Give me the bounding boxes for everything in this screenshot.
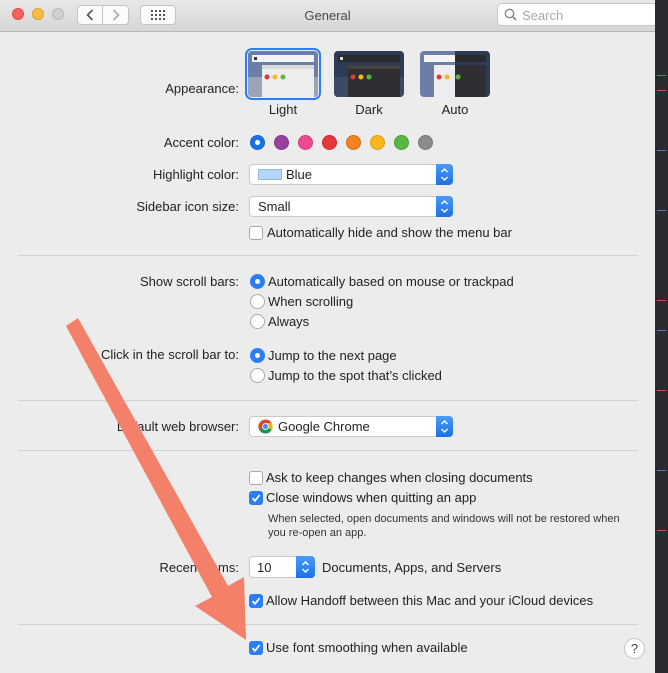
recent-items-value: 10 <box>257 560 272 575</box>
close-windows-checkbox[interactable] <box>249 491 263 505</box>
scroll-bars-when-scrolling-label: When scrolling <box>268 294 354 309</box>
scroll-bars-always-label: Always <box>268 314 310 329</box>
accent-color-swatch[interactable] <box>394 135 409 150</box>
search-field[interactable]: Search <box>497 3 658 26</box>
divider <box>18 450 638 451</box>
scroll-bars-automatic-radio[interactable] <box>250 274 265 289</box>
appearance-label: Appearance: <box>165 81 239 96</box>
accent-color-swatch[interactable] <box>274 135 289 150</box>
default-browser-value: Google Chrome <box>278 419 370 434</box>
chrome-icon <box>258 419 273 434</box>
popup-arrows-icon <box>436 196 453 217</box>
accent-color-label: Accent color: <box>163 135 239 150</box>
recent-items-label: Recent items: <box>159 560 239 575</box>
recent-items-stepper[interactable] <box>296 556 315 578</box>
ask-keep-changes-label: Ask to keep changes when closing documen… <box>266 470 533 485</box>
help-button[interactable]: ? <box>624 638 645 659</box>
default-browser-label: Default web browser: <box>116 419 239 434</box>
sidebar-icon-size-popup[interactable]: Small <box>249 196 453 217</box>
divider <box>18 255 638 256</box>
ask-keep-changes-checkbox[interactable] <box>249 471 263 485</box>
highlight-color-value: Blue <box>286 167 313 182</box>
recent-items-suffix: Documents, Apps, and Servers <box>322 560 502 575</box>
checkmark-icon <box>251 597 261 606</box>
recent-items-field[interactable]: 10 <box>249 556 297 578</box>
highlight-color-label: Highlight color: <box>153 167 239 182</box>
close-windows-label: Close windows when quitting an app <box>266 490 477 505</box>
checkmark-icon <box>251 644 261 653</box>
stepper-arrows-icon <box>302 561 309 573</box>
font-smoothing-label: Use font smoothing when available <box>266 640 468 655</box>
scroll-bars-when-scrolling-radio[interactable] <box>250 294 265 309</box>
show-scroll-bars-label: Show scroll bars: <box>140 274 239 289</box>
accent-color-swatch[interactable] <box>298 135 313 150</box>
handoff-checkbox[interactable] <box>249 594 263 608</box>
toolbar: General Search <box>0 0 658 32</box>
popup-arrows-icon <box>436 164 453 185</box>
close-windows-note: When selected, open documents and window… <box>268 513 620 539</box>
scroll-click-spot-radio[interactable] <box>250 368 265 383</box>
sidebar-icon-size-label: Sidebar icon size: <box>136 199 239 214</box>
accent-color-swatch[interactable] <box>346 135 361 150</box>
highlight-swatch <box>258 169 282 180</box>
background-window-edge <box>655 0 668 673</box>
scroll-bars-always-radio[interactable] <box>250 314 265 329</box>
scroll-click-label: Click in the scroll bar to: <box>101 347 239 362</box>
scroll-click-next-page-label: Jump to the next page <box>268 348 397 363</box>
appearance-dark-caption: Dark <box>355 102 383 117</box>
menu-bar-checkbox[interactable] <box>249 226 263 240</box>
accent-color-swatch[interactable] <box>250 135 265 150</box>
auto-appearance-preview <box>420 51 490 97</box>
default-browser-popup[interactable]: Google Chrome <box>249 416 453 437</box>
appearance-auto-caption: Auto <box>441 102 469 117</box>
light-appearance-preview <box>248 51 318 97</box>
accent-color-swatch[interactable] <box>322 135 337 150</box>
font-smoothing-checkbox[interactable] <box>249 641 263 655</box>
sidebar-icon-size-value: Small <box>258 199 291 214</box>
search-icon <box>504 8 517 21</box>
popup-arrows-icon <box>436 416 453 437</box>
appearance-light-option[interactable] <box>245 48 321 100</box>
divider <box>18 400 638 401</box>
handoff-label: Allow Handoff between this Mac and your … <box>266 593 594 608</box>
accent-color-swatch[interactable] <box>418 135 433 150</box>
accent-color-swatch[interactable] <box>370 135 385 150</box>
menu-bar-label: Automatically hide and show the menu bar <box>267 225 512 240</box>
divider <box>18 624 638 625</box>
dark-appearance-preview <box>334 51 404 97</box>
checkmark-icon <box>251 494 261 503</box>
scroll-click-spot-label: Jump to the spot that’s clicked <box>268 368 442 383</box>
highlight-color-popup[interactable]: Blue <box>249 164 453 185</box>
scroll-click-next-page-radio[interactable] <box>250 348 265 363</box>
appearance-dark-option[interactable] <box>334 51 404 97</box>
search-placeholder: Search <box>522 8 564 23</box>
preferences-window: General Search Appearance: Light Dark Au… <box>0 0 658 673</box>
appearance-auto-option[interactable] <box>420 51 490 97</box>
appearance-light-caption: Light <box>268 102 298 117</box>
scroll-bars-automatic-label: Automatically based on mouse or trackpad <box>268 274 514 289</box>
